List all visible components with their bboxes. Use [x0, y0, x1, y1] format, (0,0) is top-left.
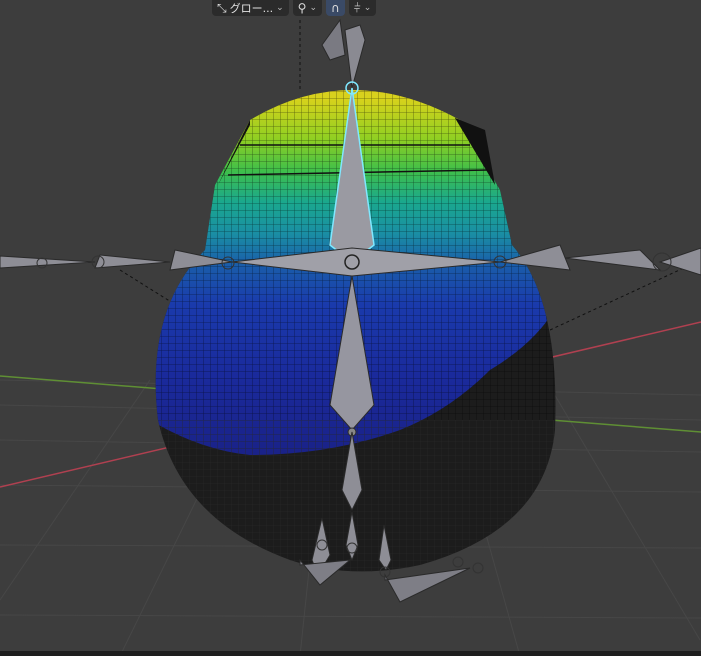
chevron-down-icon: ⌄: [276, 3, 284, 13]
pivot-point-dropdown[interactable]: ⚲ ⌄: [292, 0, 322, 16]
bone-head-top: [344, 24, 366, 89]
bone-arm-left-lower: [94, 254, 171, 269]
bone-head-side: [321, 18, 346, 61]
snap-increment-icon: ⫩: [353, 1, 361, 15]
viewport-header: ⤡ グロー... ⌄ ⚲ ⌄ ∩ ⫩ ⌄: [212, 0, 377, 16]
viewport-canvas[interactable]: [0, 0, 701, 656]
pivot-point-icon: ⚲: [297, 1, 307, 15]
transform-orientation-icon: ⤡: [217, 1, 227, 15]
viewport-bottom-edge: [0, 651, 701, 656]
transform-orientation-label: グロー...: [229, 2, 274, 15]
chevron-down-icon: ⌄: [309, 3, 317, 13]
snap-toggle[interactable]: ∩: [326, 0, 345, 16]
snap-target-dropdown[interactable]: ⫩ ⌄: [348, 0, 377, 16]
transform-orientation-dropdown[interactable]: ⤡ グロー... ⌄: [212, 0, 289, 16]
bone-hand-left: [0, 255, 96, 269]
chevron-down-icon: ⌄: [363, 3, 372, 13]
bone-hand-right: [658, 247, 701, 276]
3d-viewport[interactable]: ⤡ グロー... ⌄ ⚲ ⌄ ∩ ⫩ ⌄: [0, 0, 701, 656]
snap-magnet-icon: ∩: [331, 1, 340, 15]
bone-arm-right-lower: [564, 249, 662, 271]
bone-foot-right: [384, 567, 471, 603]
